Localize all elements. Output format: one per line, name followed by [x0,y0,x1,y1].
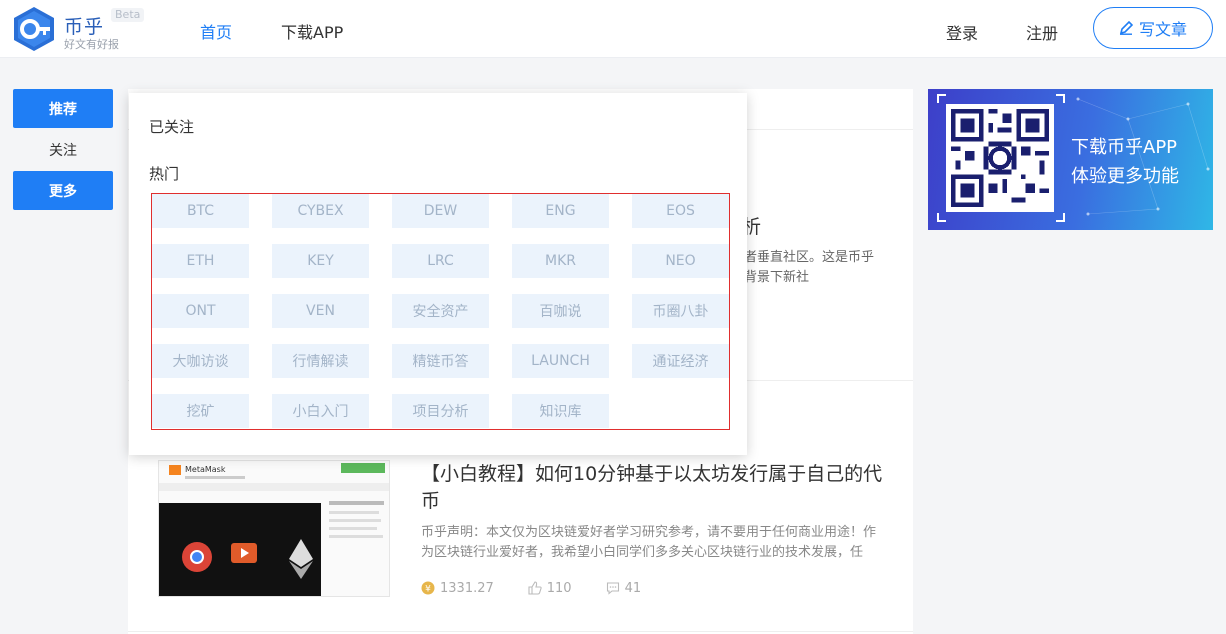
banner-line-2: 体验更多功能 [1071,166,1179,187]
topic-tag[interactable]: 通证经济 [632,344,729,378]
write-article-label: 写文章 [1138,20,1187,39]
topic-tag[interactable]: 知识库 [512,394,609,428]
topic-tag[interactable]: KEY [272,244,369,278]
nav-download-app-link[interactable]: 下载APP [281,19,343,43]
bihu-logo-icon [14,7,54,51]
topic-tag[interactable]: VEN [272,294,369,328]
coin-icon: ¥ [421,581,435,595]
article-thumbnail[interactable]: MetaMask [158,460,390,597]
svg-text:MetaMask: MetaMask [185,465,226,474]
comment-icon [606,582,619,595]
comment-count: 41 [624,580,642,596]
login-link[interactable]: 登录 [946,20,978,44]
topic-tag[interactable]: 币圈八卦 [632,294,729,328]
register-link[interactable]: 注册 [1026,20,1058,44]
write-article-button[interactable]: 写文章 [1093,7,1213,49]
sidebar-item-recommend[interactable]: 推荐 [13,89,113,128]
article-title[interactable]: 【小白教程】如何10分钟基于以太坊发行属于自己的代币 [421,461,891,515]
sidebar-item-more[interactable]: 更多 [13,171,113,210]
topic-tag[interactable]: LRC [392,244,489,278]
topic-tag[interactable]: 精链币答 [392,344,489,378]
topic-tag[interactable]: NEO [632,244,729,278]
topic-tag[interactable]: 百咖说 [512,294,609,328]
comment-stat[interactable]: 41 [606,580,642,596]
like-stat[interactable]: 110 [528,581,572,596]
logo-slogan: 好文有好报 [64,38,119,51]
topic-tag[interactable]: 项目分析 [392,394,489,428]
reward-stat: ¥ 1331.27 [421,581,494,596]
followed-section-label: 已关注 [149,118,195,136]
feed-divider [128,631,913,632]
reward-value: 1331.27 [440,580,494,596]
top-header: 币乎 Beta 好文有好报 首页 下载APP 登录 注册 写文章 [0,0,1226,58]
topic-tag[interactable]: 大咖访谈 [152,344,249,378]
beta-badge: Beta [111,8,145,22]
topic-tag[interactable]: 安全资产 [392,294,489,328]
article-summary: 者垂直社区。这是币乎背景下新社 [744,250,875,285]
thumbs-up-icon [528,581,542,595]
download-app-banner[interactable]: 下载币乎APP 体验更多功能 [928,89,1213,230]
article-summary: 币乎声明：本文仅为区块链爱好者学习研究参考，请不要用于任何商业用途！作为区块链行… [421,525,877,560]
sidebar-item-follow[interactable]: 关注 [13,132,113,168]
metamask-screenshot-image: MetaMask [159,461,389,596]
pencil-icon [1119,21,1133,35]
topic-tag[interactable]: ENG [512,194,609,228]
svg-text:¥: ¥ [425,585,431,595]
hot-tags-grid: BTC CYBEX DEW ENG EOS ETH KEY LRC MKR NE… [151,193,730,430]
topic-tag[interactable]: ONT [152,294,249,328]
topic-tag[interactable]: BTC [152,194,249,228]
logo-name: 币乎 [64,16,105,38]
topic-tag[interactable]: ETH [152,244,249,278]
hot-section-label: 热门 [149,165,180,183]
more-topics-dropdown: 已关注 热门 BTC CYBEX DEW ENG EOS ETH KEY LRC… [129,93,747,455]
topic-tag[interactable]: 行情解读 [272,344,369,378]
qr-code-image [951,109,1049,207]
topic-tag[interactable]: 小白入门 [272,394,369,428]
logo[interactable]: 币乎 Beta 好文有好报 [12,6,145,52]
topic-tag[interactable]: CYBEX [272,194,369,228]
topic-tag[interactable]: LAUNCH [512,344,609,378]
banner-line-1: 下载币乎APP [1071,137,1178,158]
qr-code [946,104,1054,212]
topic-tag[interactable]: EOS [632,194,729,228]
article-meta: ¥ 1331.27 110 41 [421,579,675,597]
nav-home-link[interactable]: 首页 [200,19,232,43]
topic-tag[interactable]: DEW [392,194,489,228]
topic-tag[interactable]: 挖矿 [152,394,249,428]
like-count: 110 [546,580,572,596]
topic-tag[interactable]: MKR [512,244,609,278]
